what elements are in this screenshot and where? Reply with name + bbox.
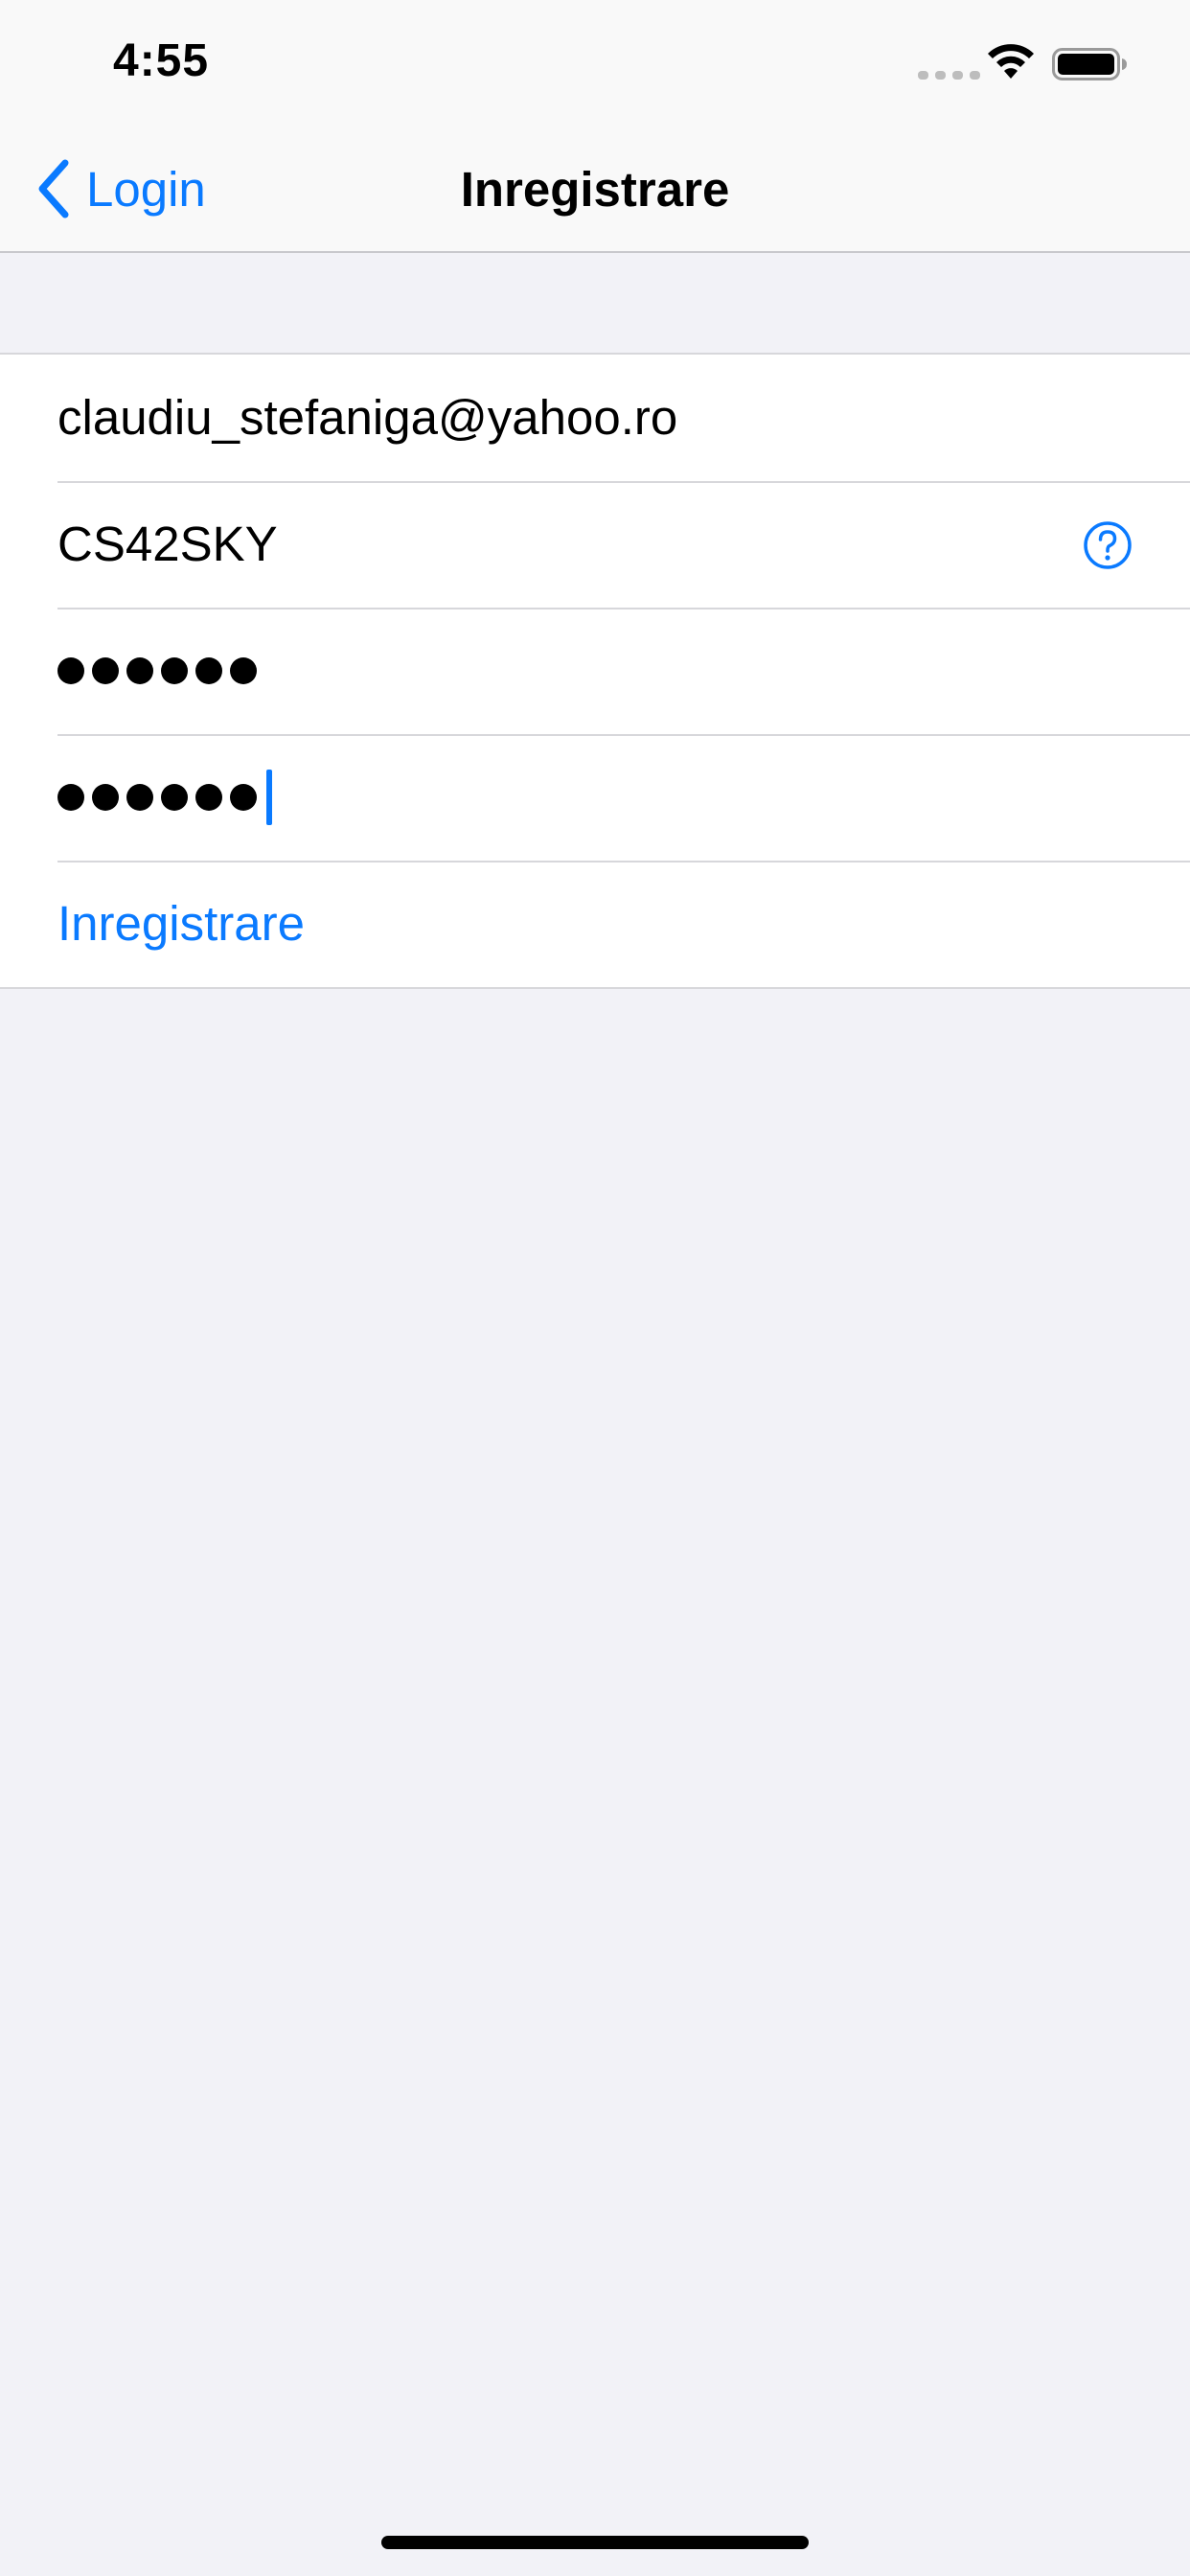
page-title: Inregistrare xyxy=(460,162,730,217)
status-bar: 4:55 xyxy=(0,0,1190,126)
confirm-password-mask xyxy=(57,734,272,861)
email-field-value: claudiu_stefaniga@yahoo.ro xyxy=(57,390,678,445)
text-cursor xyxy=(266,770,272,825)
navigation-bar: Login Inregistrare xyxy=(0,126,1190,253)
username-field-value: CS42SKY xyxy=(57,517,278,571)
battery-icon xyxy=(1052,48,1127,80)
registration-form: claudiu_stefaniga@yahoo.ro CS42SKY Inreg… xyxy=(0,353,1190,989)
email-field[interactable]: claudiu_stefaniga@yahoo.ro xyxy=(0,355,1190,481)
status-time: 4:55 xyxy=(113,35,210,86)
question-circle-icon[interactable] xyxy=(1083,520,1133,570)
password-mask xyxy=(57,608,257,734)
cellular-signal-icon xyxy=(918,71,980,80)
register-button-label: Inregistrare xyxy=(57,896,305,951)
password-field[interactable] xyxy=(0,608,1190,734)
username-field[interactable]: CS42SKY xyxy=(0,481,1190,608)
home-indicator[interactable] xyxy=(381,2536,809,2549)
confirm-password-field[interactable] xyxy=(0,734,1190,861)
register-button[interactable]: Inregistrare xyxy=(0,861,1190,987)
wifi-icon xyxy=(988,44,1034,79)
